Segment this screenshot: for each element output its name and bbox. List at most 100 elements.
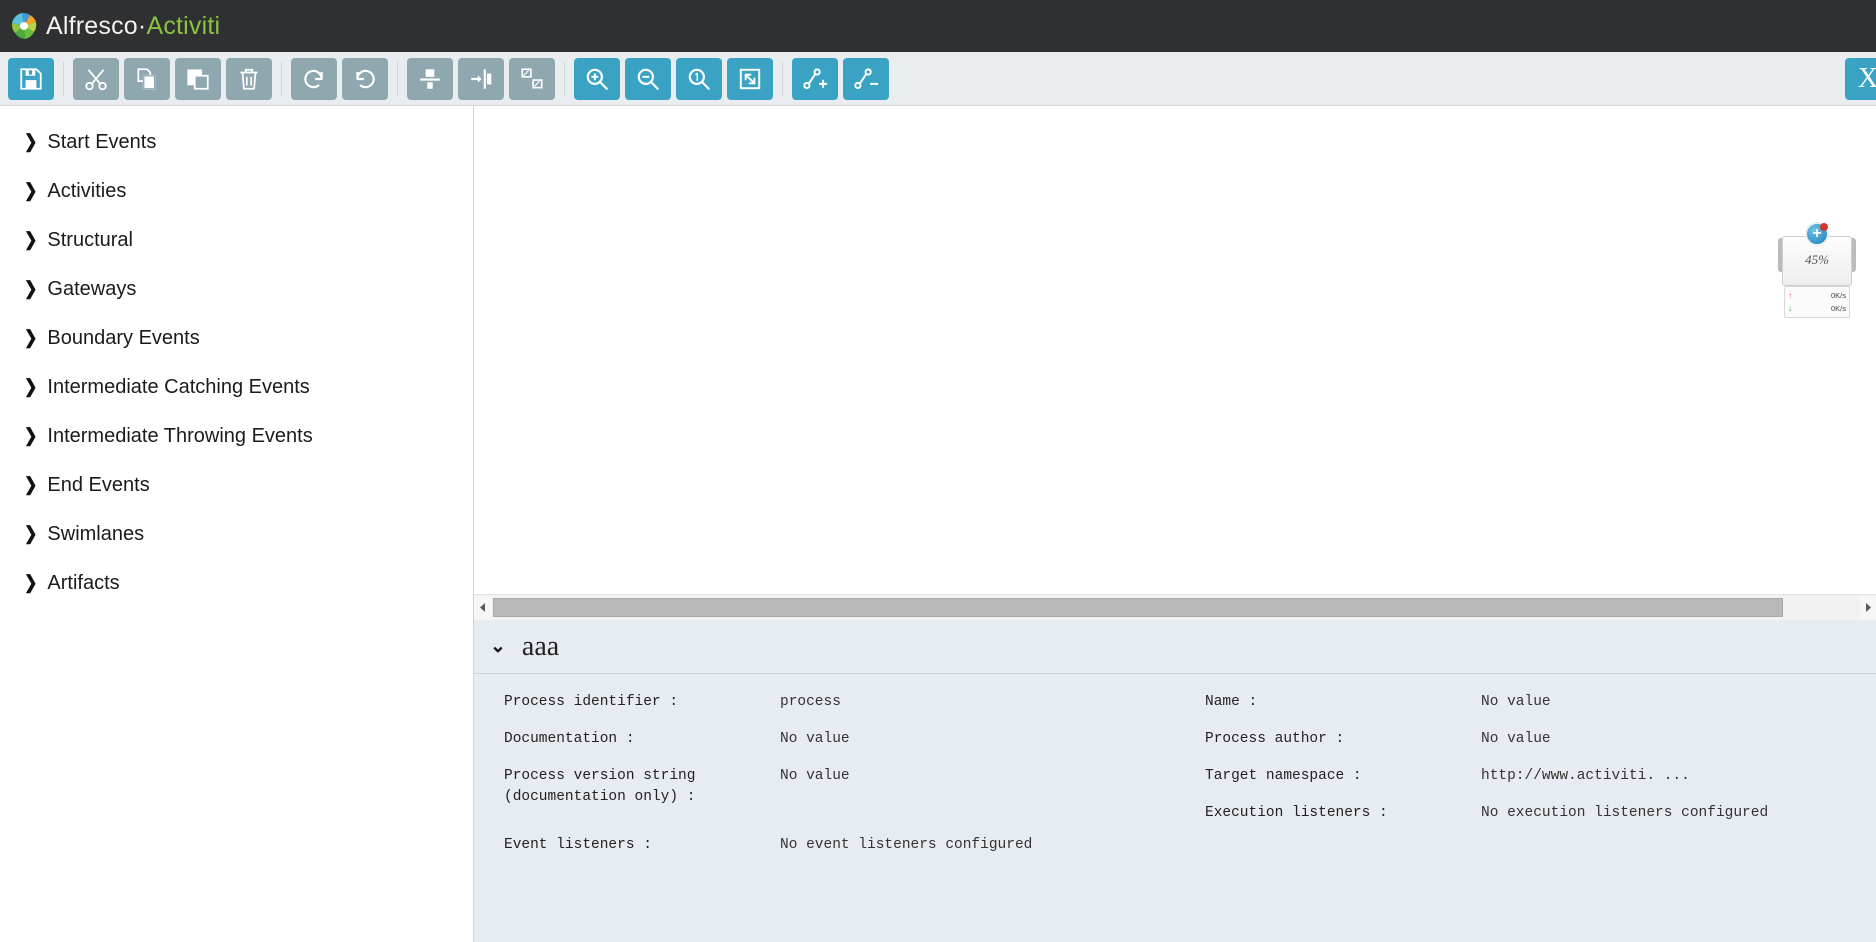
stencil-palette: ❯ Start Events ❯ Activities ❯ Structural… [0, 106, 473, 942]
palette-group-artifacts[interactable]: ❯ Artifacts [0, 559, 473, 608]
property-row-name[interactable]: Name : No value [1205, 692, 1876, 713]
canvas-horizontal-scrollbar[interactable] [474, 594, 1876, 620]
redo-button[interactable] [291, 57, 337, 100]
properties-column-left: Process identifier : process Documentati… [474, 692, 1175, 872]
palette-group-boundary-events[interactable]: ❯ Boundary Events [0, 314, 473, 363]
widget-network-panel: ↑ 0K/s ↓ 0K/s [1784, 286, 1850, 318]
cut-button[interactable] [73, 57, 119, 100]
palette-group-label: Intermediate Throwing Events [47, 425, 313, 447]
zoom-in-button[interactable] [574, 57, 620, 100]
zoom-out-button[interactable] [625, 57, 671, 100]
diagram-canvas-area [473, 106, 1876, 620]
same-size-button[interactable] [509, 57, 555, 100]
property-row-execution-listeners[interactable]: Execution listeners : No execution liste… [1205, 803, 1876, 824]
property-row-documentation[interactable]: Documentation : No value [504, 729, 1175, 750]
brand-name-secondary: Activiti [146, 11, 221, 40]
property-key: Documentation : [504, 731, 635, 748]
chevron-right-icon: ❯ [24, 573, 38, 593]
chevron-right-icon: ❯ [24, 426, 38, 446]
properties-panel-title: aaa [521, 630, 560, 662]
property-row-process-identifier[interactable]: Process identifier : process [504, 692, 1175, 713]
palette-group-end-events[interactable]: ❯ End Events [0, 461, 473, 510]
add-bendpoint-button[interactable] [792, 57, 838, 100]
property-value[interactable]: http://www.activiti. ... [1481, 766, 1876, 787]
palette-group-swimlanes[interactable]: ❯ Swimlanes [0, 510, 473, 559]
diagram-canvas[interactable] [474, 106, 1876, 594]
palette-group-activities[interactable]: ❯ Activities [0, 167, 473, 216]
save-button[interactable] [8, 57, 54, 100]
properties-column-right: Name : No value Process author : No valu… [1175, 692, 1876, 872]
chevron-right-icon: ❯ [24, 377, 38, 397]
copy-button[interactable] [124, 57, 170, 100]
properties-panel-body: Process identifier : process Documentati… [474, 674, 1876, 872]
property-row-event-listeners[interactable]: Event listeners : No event listeners con… [504, 835, 1175, 856]
chevron-right-icon: ❯ [24, 328, 38, 348]
zoom-fit-button[interactable] [727, 57, 773, 100]
palette-group-gateways[interactable]: ❯ Gateways [0, 265, 473, 314]
toolbar-separator [397, 61, 398, 96]
palette-group-start-events[interactable]: ❯ Start Events [0, 118, 473, 167]
property-row-process-version-string[interactable]: Process version string (documentation on… [504, 766, 1175, 808]
chevron-right-icon: ❯ [24, 524, 38, 544]
palette-group-label: Start Events [47, 131, 157, 153]
alfresco-pinwheel-icon [9, 11, 39, 41]
palette-group-label: Swimlanes [47, 523, 145, 545]
property-value[interactable]: No execution listeners configured [1481, 803, 1876, 824]
palette-group-intermediate-catching-events[interactable]: ❯ Intermediate Catching Events [0, 363, 473, 412]
properties-panel: ⌄ aaa Process identifier : process Docum… [473, 620, 1876, 942]
palette-group-structural[interactable]: ❯ Structural [0, 216, 473, 265]
palette-group-label: Activities [47, 180, 127, 202]
remove-bendpoint-button[interactable] [843, 57, 889, 100]
palette-group-label: Boundary Events [47, 327, 200, 349]
property-value[interactable]: No value [1481, 692, 1876, 713]
palette-group-label: Intermediate Catching Events [47, 376, 310, 398]
scroll-right-arrow-icon[interactable] [1860, 595, 1876, 620]
brand-title: Alfresco·Activiti [46, 12, 220, 41]
property-value[interactable]: No event listeners configured [780, 835, 1175, 856]
property-key: Target namespace : [1205, 768, 1362, 785]
align-vertical-button[interactable] [407, 57, 453, 100]
property-key: Process author : [1205, 731, 1345, 748]
scrollbar-thumb[interactable] [493, 597, 1783, 617]
property-key: Process identifier : [504, 694, 679, 710]
close-button[interactable]: X [1845, 57, 1876, 100]
chevron-right-icon: ❯ [24, 230, 38, 250]
chevron-down-icon: ⌄ [490, 636, 506, 657]
property-key: Execution listeners : [1205, 805, 1388, 822]
zoom-actual-button[interactable] [676, 57, 722, 100]
toolbar-separator [782, 61, 783, 96]
property-value[interactable]: No value [780, 729, 1175, 750]
palette-group-label: End Events [47, 474, 150, 496]
desktop-system-monitor-widget[interactable]: 45% ↑ 0K/s ↓ 0K/s + [1778, 222, 1856, 322]
undo-button[interactable] [342, 57, 388, 100]
toolbar-separator [281, 61, 282, 96]
property-key: Process version string (documentation on… [504, 768, 696, 806]
chevron-right-icon: ❯ [24, 181, 38, 201]
property-value[interactable]: No value [780, 766, 1175, 808]
brand-name-primary: Alfresco [46, 11, 138, 40]
widget-download-rate: 0K/s [1830, 304, 1846, 313]
palette-group-label: Gateways [47, 278, 137, 300]
editor-toolbar: X [0, 52, 1876, 106]
scrollbar-track[interactable] [491, 596, 1860, 620]
paste-button[interactable] [175, 57, 221, 100]
property-value[interactable]: No value [1481, 729, 1876, 750]
chevron-right-icon: ❯ [24, 475, 38, 495]
property-row-process-author[interactable]: Process author : No value [1205, 729, 1876, 750]
download-arrow-icon: ↓ [1788, 304, 1792, 313]
palette-group-intermediate-throwing-events[interactable]: ❯ Intermediate Throwing Events [0, 412, 473, 461]
toolbar-separator [63, 61, 64, 96]
widget-upload-row: ↑ 0K/s [1788, 289, 1846, 302]
property-row-target-namespace[interactable]: Target namespace : http://www.activiti. … [1205, 766, 1876, 787]
align-horizontal-button[interactable] [458, 57, 504, 100]
widget-cpu-percent: 45% [1805, 252, 1829, 267]
widget-add-badge-icon[interactable]: + [1805, 222, 1829, 246]
scroll-left-arrow-icon[interactable] [474, 595, 491, 620]
palette-group-label: Artifacts [47, 572, 120, 594]
widget-download-row: ↓ 0K/s [1788, 302, 1846, 315]
property-value[interactable]: process [780, 692, 1175, 713]
brand-logo[interactable]: Alfresco·Activiti [9, 11, 220, 41]
delete-button[interactable] [226, 57, 272, 100]
chevron-right-icon: ❯ [24, 132, 38, 152]
properties-panel-header[interactable]: ⌄ aaa [474, 620, 1876, 674]
